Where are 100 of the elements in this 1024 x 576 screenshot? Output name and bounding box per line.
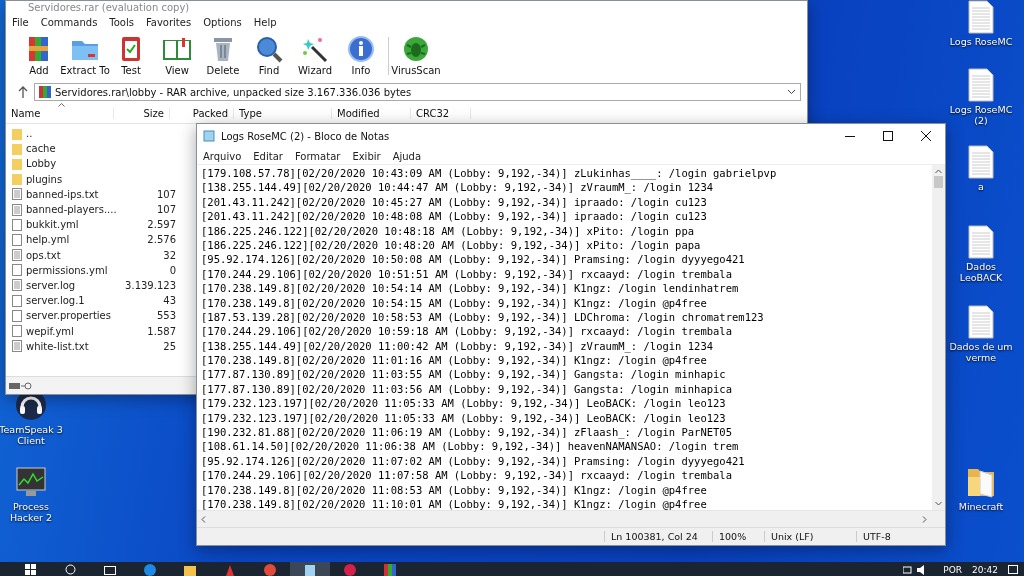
- file-icon: [12, 325, 22, 338]
- file-name[interactable]: server.log.1: [6, 294, 120, 307]
- menu-item[interactable]: Arquivo: [202, 150, 243, 162]
- desktop-icon-label[interactable]: Minecraft: [958, 501, 1004, 512]
- desktop-icon-label[interactable]: Dados LeoBACK: [948, 261, 1014, 283]
- zoom-level: 100%: [712, 531, 764, 542]
- window-title: Servidores.rar (evaluation copy): [28, 2, 190, 13]
- document-icon: [968, 68, 994, 102]
- column-header[interactable]: Packed: [170, 107, 234, 119]
- file-size: 2.576: [146, 234, 176, 246]
- file-name[interactable]: Lobby: [6, 157, 120, 170]
- column-header[interactable]: Name: [6, 107, 114, 119]
- log-line: [108.61.14.50][02/20/2020 11:06:38 AM (Lobby: 9,192,-34)] heavenNAMANSAO: /login trem: [201, 439, 740, 454]
- horizontal-scrollbar[interactable]: [197, 510, 945, 527]
- desktop-icon-label[interactable]: Process Hacker 2: [0, 501, 64, 523]
- language-indicator[interactable]: POR: [943, 565, 963, 575]
- document-icon: [968, 145, 994, 179]
- toolbar-button[interactable]: Add: [16, 35, 62, 76]
- log-line: [138.255.144.49][02/20/2020 10:44:47 AM (Lobby: 9,192,-34)] zVraumM_: /login 1234: [201, 180, 715, 195]
- file-icon: [12, 233, 22, 246]
- log-line: [170.238.149.8][02/20/2020 11:10:01 AM (Lobby: 9,192,-34)] K1ngz: /login @p4free: [201, 497, 708, 510]
- scroll-thumb[interactable]: [934, 176, 943, 188]
- toolbar-button[interactable]: Find: [246, 35, 292, 76]
- log-line: [170.244.29.106][02/20/2020 10:51:51 AM (Lobby: 9,192,-34)] rxcaayd: /login trembala: [201, 266, 733, 282]
- desktop-icon-label[interactable]: a: [978, 181, 984, 192]
- menu-item[interactable]: Editar: [252, 150, 284, 162]
- scroll-right-icon: [922, 515, 927, 523]
- menu-item[interactable]: Formatar: [293, 150, 342, 162]
- file-icon: [12, 264, 22, 277]
- file-size: 553: [155, 310, 176, 322]
- toolbar-button[interactable]: Wizard: [292, 35, 338, 76]
- menu-item[interactable]: Tools: [108, 16, 135, 28]
- log-line: [179.108.57.78][02/20/2020 10:43:09 AM (Lobby: 9,192,-34)] zLukinhas____: /login gabrielpvp: [201, 166, 778, 181]
- file-name[interactable]: permissions.yml: [6, 264, 120, 277]
- menu-item[interactable]: Exibir: [351, 150, 382, 162]
- log-line: [170.244.29.106][02/20/2020 11:07:58 AM (Lobby: 9,192,-34)] rxcaayd: /login trembala: [201, 468, 733, 483]
- menu-item[interactable]: Options: [202, 16, 243, 28]
- file-name[interactable]: plugins: [6, 173, 120, 186]
- notepad-icon: [203, 130, 215, 142]
- toolbar-button[interactable]: VirusScan: [393, 35, 439, 76]
- file-size: 0: [168, 264, 176, 276]
- file-name[interactable]: banned-ips.txt: [6, 188, 120, 201]
- file-name[interactable]: wepif.yml: [6, 325, 120, 338]
- log-line: [187.53.139.28][02/20/2020 10:58:53 AM (Lobby: 9,192,-34)] LDChroma: /login chromatrem123: [201, 309, 765, 325]
- file-name[interactable]: ops.txt: [6, 249, 120, 262]
- task-view-icon: [104, 564, 116, 575]
- toolbar-button[interactable]: Info: [338, 35, 384, 76]
- menu-item[interactable]: Favorites: [145, 16, 193, 28]
- log-line: [138.255.144.49][02/20/2020 11:00:42 AM (Lobby: 9,192,-34)] zVraumM_: /login 1234: [201, 338, 715, 354]
- file-name[interactable]: server.properties: [6, 309, 120, 322]
- column-header[interactable]: Type: [234, 107, 332, 119]
- browser-icon: [264, 564, 276, 576]
- menu-item[interactable]: Ajuda: [391, 150, 423, 162]
- file-name[interactable]: help.yml: [6, 233, 120, 246]
- log-line: [201.43.11.242][02/20/2020 10:45:27 AM (Lobby: 9,192,-34)] ipraado: /login cu123: [201, 194, 708, 210]
- toolbar-button[interactable]: View: [154, 35, 200, 76]
- log-line: [177.87.130.89][02/20/2020 11:03:55 AM (Lobby: 9,192,-34)] Gangsta: /login minhapic: [201, 367, 727, 382]
- file-icon: [12, 294, 22, 307]
- text-file-icon: [12, 188, 22, 201]
- magnifier-icon: [254, 35, 284, 63]
- column-header[interactable]: CRC32: [411, 107, 471, 119]
- desktop-icon-label[interactable]: Logs RoseMC: [949, 36, 1013, 47]
- desktop-icon-label[interactable]: Logs RoseMC (2): [948, 104, 1014, 126]
- column-header[interactable]: Size: [114, 107, 170, 119]
- file-name[interactable]: white-list.txt: [6, 340, 120, 353]
- text-file-icon: [12, 249, 22, 262]
- taskbar-app[interactable]: [290, 562, 330, 576]
- file-name[interactable]: ..: [6, 127, 120, 140]
- desktop-icon-label[interactable]: TeamSpeak 3 Client: [0, 424, 64, 446]
- toolbar-button[interactable]: Extract To: [62, 35, 108, 76]
- menu-item[interactable]: Help: [252, 16, 278, 28]
- log-line: [170.238.149.8][02/20/2020 11:08:53 AM (Lobby: 9,192,-34)] K1ngz: /login @p4free: [201, 482, 708, 497]
- file-size: 1.587: [146, 325, 176, 337]
- vertical-scrollbar[interactable]: [932, 165, 945, 510]
- up-arrow-icon[interactable]: [18, 86, 28, 98]
- notification-icon[interactable]: [1008, 565, 1018, 575]
- search-icon: [64, 564, 76, 575]
- scroll-left-icon: [201, 515, 206, 523]
- menu-item[interactable]: File: [11, 16, 30, 28]
- file-name[interactable]: server.log: [6, 279, 120, 292]
- menu-item[interactable]: Commands: [39, 16, 99, 28]
- close-icon: [921, 131, 931, 141]
- file-size: 107: [155, 188, 176, 200]
- desktop-icon-label[interactable]: Dados de um verme: [948, 341, 1014, 363]
- file-icon: [12, 218, 22, 231]
- archive-icon: [384, 564, 396, 576]
- log-line: [179.232.123.197][02/20/2020 11:05:33 AM (Lobby: 9,192,-34)] LeoBACK: /login leo123: [201, 396, 727, 411]
- file-name[interactable]: cache: [6, 142, 120, 155]
- archive-icon: [39, 86, 51, 98]
- file-name[interactable]: banned-players....: [6, 203, 120, 216]
- address-field[interactable]: Servidores.rar\lobby - RAR archive, unpacked size 3.167.336.036 bytes: [34, 83, 801, 101]
- bug-icon: [401, 35, 431, 63]
- folder-icon: [12, 157, 22, 170]
- log-line: [170.238.149.8][02/20/2020 11:01:16 AM (Lobby: 9,192,-34)] K1ngz: /login @p4free: [201, 353, 708, 368]
- file-name[interactable]: bukkit.yml: [6, 218, 120, 231]
- toolbar-button[interactable]: Delete: [200, 35, 246, 76]
- file-size: 25: [162, 340, 176, 352]
- column-header[interactable]: Modified: [332, 107, 411, 119]
- clock[interactable]: 20:42: [972, 565, 998, 575]
- log-line: [201.43.11.242][02/20/2020 10:48:08 AM (Lobby: 9,192,-34)] ipraado: /login cu123: [201, 209, 708, 224]
